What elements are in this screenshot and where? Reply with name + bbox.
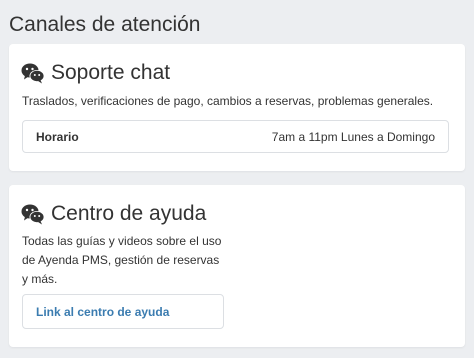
wechat-icon <box>21 62 45 84</box>
chat-support-header: Soporte chat <box>21 60 170 86</box>
chat-support-description: Traslados, verificaciones de pago, cambi… <box>22 94 434 108</box>
help-center-description: Todas las guías y videos sobre el uso de… <box>22 234 222 286</box>
help-center-link[interactable]: Link al centro de ayuda <box>22 294 224 329</box>
schedule-value: 7am a 11pm Lunes a Domingo <box>271 129 435 144</box>
schedule-row: Horario 7am a 11pm Lunes a Domingo <box>22 120 449 153</box>
help-center-header: Centro de ayuda <box>21 201 206 227</box>
schedule-label: Horario <box>36 129 79 144</box>
chat-support-card: Soporte chat Traslados, verificaciones d… <box>9 44 465 171</box>
help-center-title: Centro de ayuda <box>51 202 207 225</box>
help-center-card: Centro de ayuda Todas las guías y videos… <box>9 185 465 347</box>
wechat-icon <box>21 203 45 225</box>
page-title: Canales de atención <box>9 13 201 36</box>
chat-support-title: Soporte chat <box>51 61 171 84</box>
